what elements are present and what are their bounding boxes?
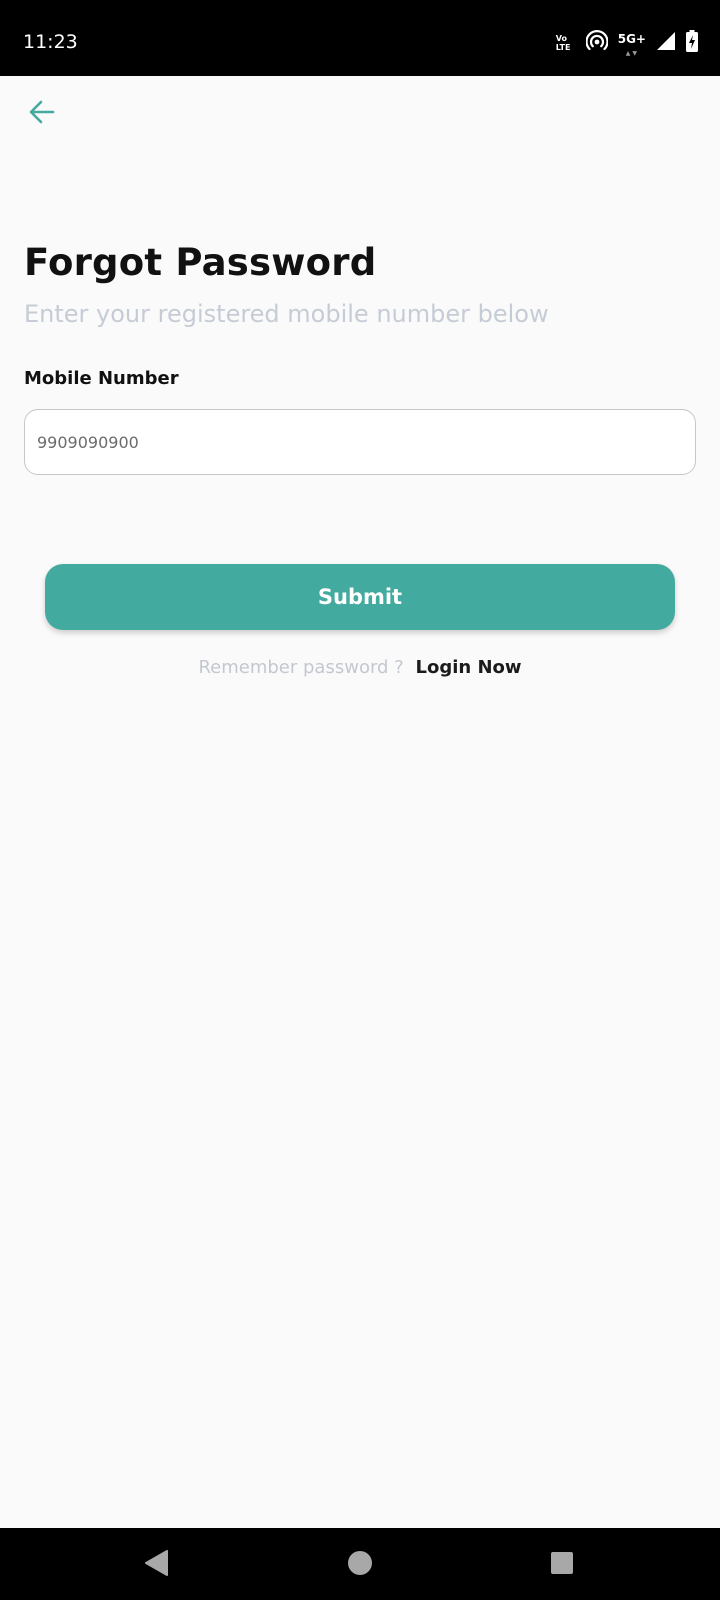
mobile-number-label: Mobile Number [24,368,179,389]
page-subtitle: Enter your registered mobile number belo… [24,300,549,328]
submit-button[interactable]: Submit [45,564,675,630]
remember-password-text: Remember password ? [198,657,404,678]
status-icons: Vo LTE 5G+ ▲▼ [556,30,698,57]
recents-square-icon [550,1551,574,1579]
login-now-link[interactable]: Login Now [415,657,521,678]
volte-bottom-text: LTE [555,43,571,52]
volte-icon: Vo LTE [556,34,576,52]
mobile-number-input[interactable] [24,409,696,475]
arrow-left-icon [27,97,57,131]
page-title: Forgot Password [24,241,377,284]
volte-top-text: Vo [555,34,567,43]
back-triangle-icon [144,1550,170,1580]
home-circle-icon [347,1550,373,1580]
hotspot-icon [585,30,609,56]
network-type-text: 5G+ [617,32,646,46]
forgot-password-screen: 11:23 Vo LTE 5G+ ▲▼ Forgot Password Ente… [0,0,720,1600]
status-time: 11:23 [23,31,78,53]
battery-charging-icon [686,30,698,56]
nav-home-button[interactable] [345,1550,375,1580]
back-button[interactable] [22,94,62,134]
nav-back-button[interactable] [142,1550,172,1580]
login-row: Remember password ? Login Now [0,656,720,680]
network-type-icon: 5G+ ▲▼ [617,32,646,57]
navigation-bar [0,1528,720,1600]
status-bar: 11:23 Vo LTE 5G+ ▲▼ [0,0,720,76]
signal-icon [656,31,676,55]
nav-recents-button[interactable] [547,1550,577,1580]
